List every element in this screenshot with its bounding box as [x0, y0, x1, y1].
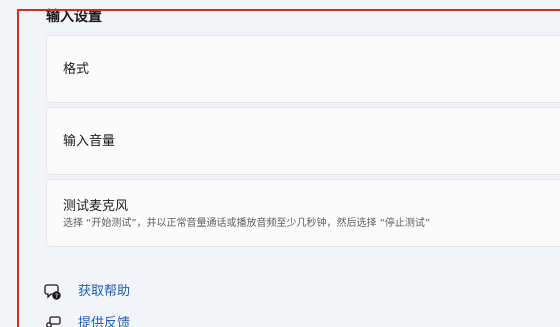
- test-microphone-card-description: 选择 “开始测试”，并以正常音量通话或播放音频至少几秒钟，然后选择 “停止测试”: [63, 218, 431, 229]
- format-card-title: 格式: [63, 62, 90, 77]
- format-card[interactable]: 格式: [46, 35, 560, 103]
- feedback-icon: [44, 315, 62, 327]
- get-help-link[interactable]: ? 获取帮助: [44, 281, 130, 303]
- help-chat-icon: ?: [44, 283, 62, 301]
- svg-text:?: ?: [55, 292, 58, 300]
- give-feedback-link[interactable]: 提供反馈: [44, 313, 130, 327]
- settings-page: 输入设置 格式 输入音量 测试麦克风 选择 “开始测试”，并以正常音量通话或播放…: [0, 0, 560, 327]
- get-help-label: 获取帮助: [78, 284, 131, 299]
- give-feedback-label: 提供反馈: [78, 316, 131, 327]
- input-volume-card-title: 输入音量: [63, 134, 116, 149]
- section-title: 输入设置: [46, 9, 102, 25]
- test-microphone-card[interactable]: 测试麦克风 选择 “开始测试”，并以正常音量通话或播放音频至少几秒钟，然后选择 …: [46, 179, 560, 247]
- input-volume-card[interactable]: 输入音量: [46, 107, 560, 175]
- test-microphone-card-title: 测试麦克风: [63, 199, 129, 214]
